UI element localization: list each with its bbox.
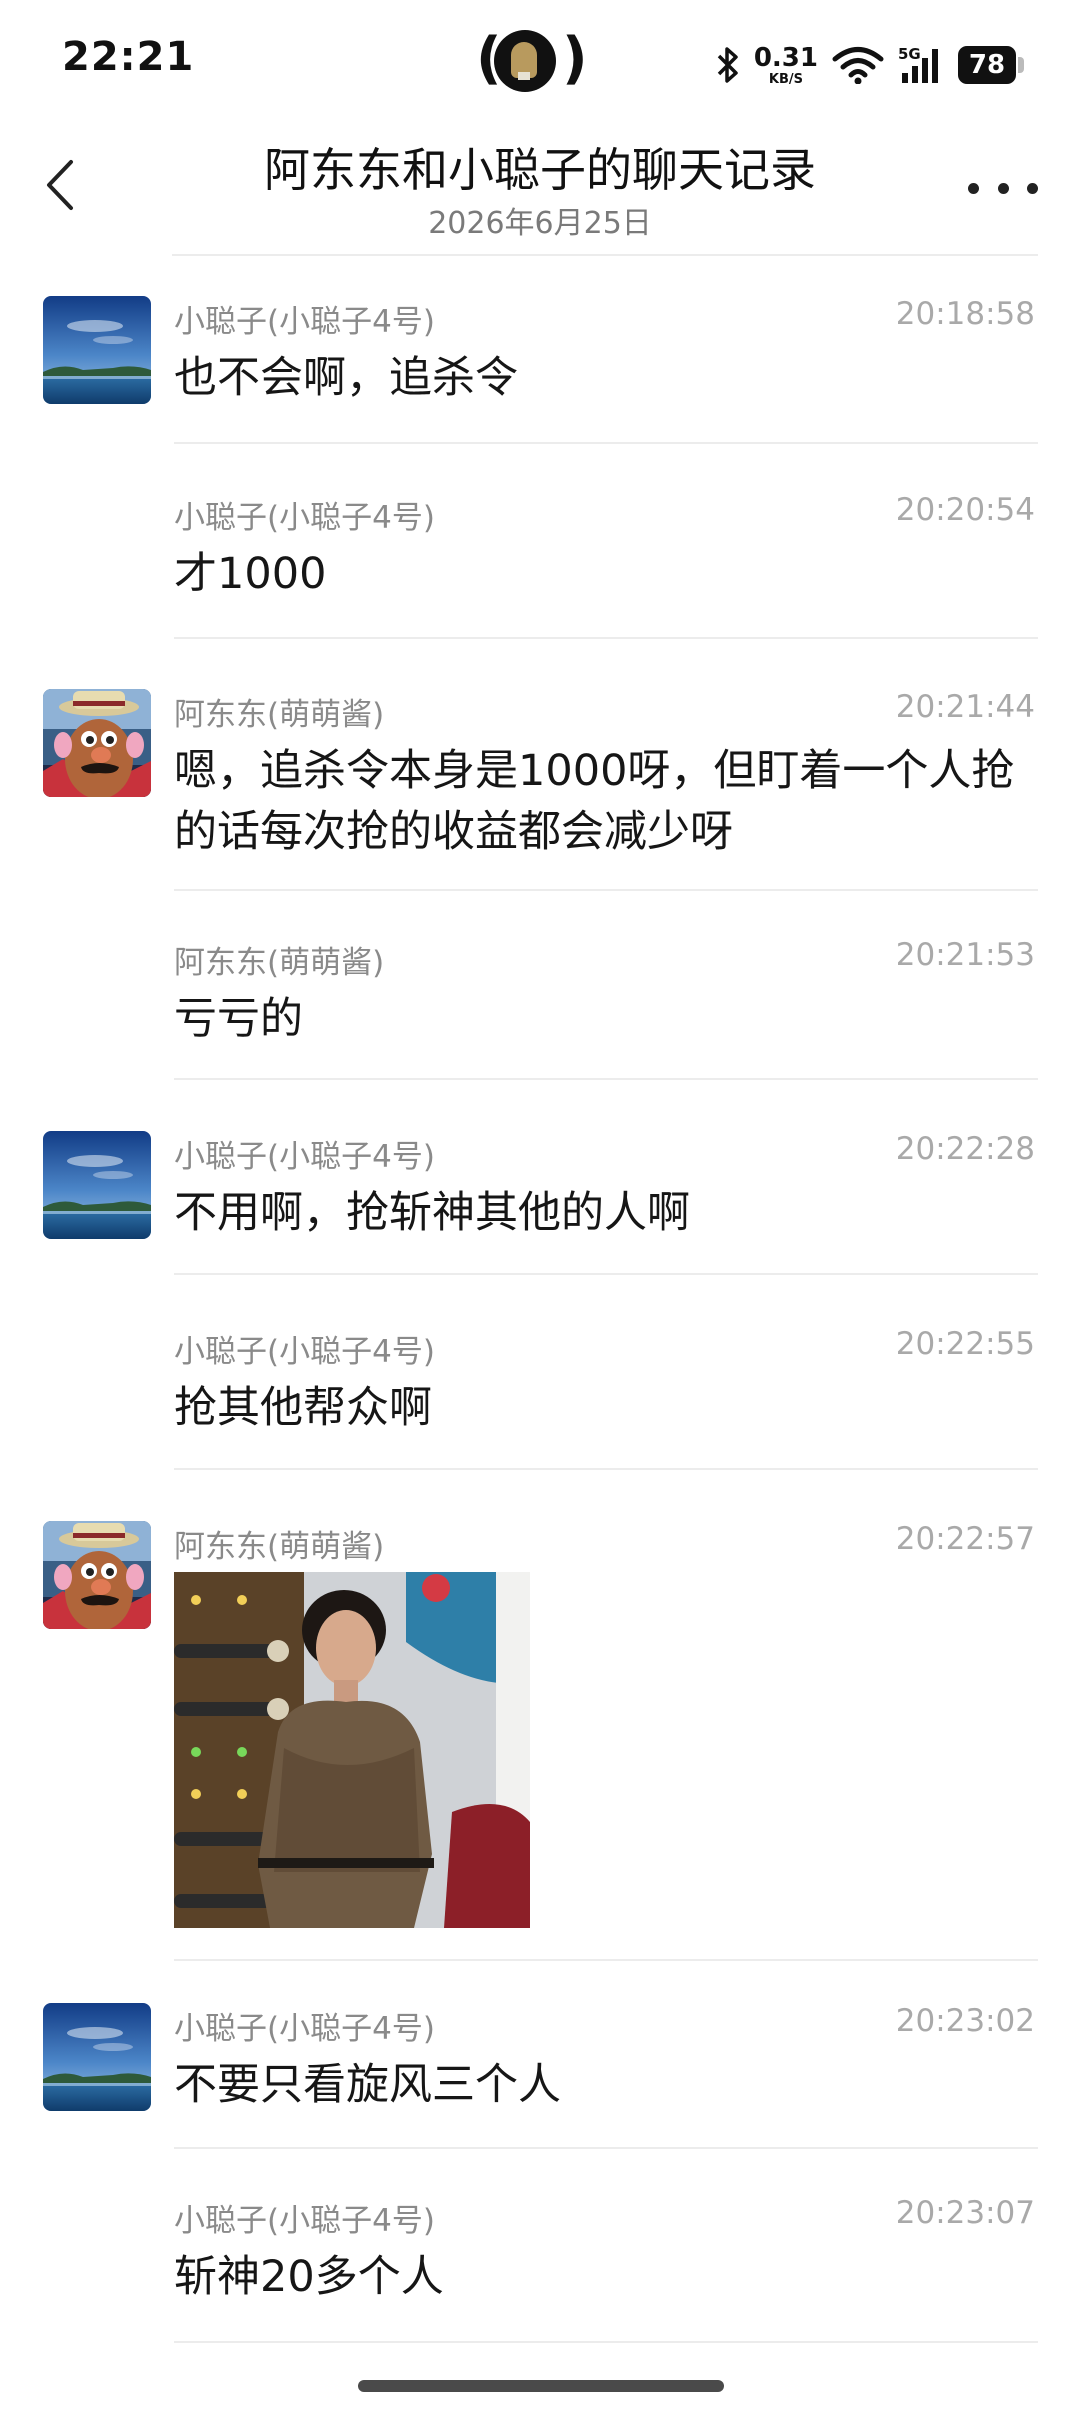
message-time: 20:18:58	[895, 296, 1035, 332]
avatar[interactable]	[43, 296, 151, 404]
message-text: 也不会啊，追杀令	[174, 353, 518, 403]
flashlight-icon[interactable]: ( )	[476, 26, 590, 96]
message-text: 抢其他帮众啊	[174, 1383, 432, 1433]
battery-icon: 78	[958, 46, 1024, 84]
divider	[174, 2147, 1038, 2149]
message-text: 亏亏的	[174, 994, 303, 1044]
image-message[interactable]	[174, 1572, 530, 1928]
message-text: 不要只看旋风三个人	[174, 2060, 561, 2110]
message-time: 20:22:57	[895, 1521, 1035, 1557]
sender-name: 小聪子(小聪子4号)	[174, 1334, 435, 1370]
status-time: 22:21	[62, 34, 195, 80]
sender-name: 小聪子(小聪子4号)	[174, 2203, 435, 2239]
more-horizontal-icon	[968, 182, 979, 194]
message-time: 20:23:02	[895, 2003, 1035, 2039]
message-time: 20:23:07	[895, 2195, 1035, 2231]
avatar[interactable]	[43, 1521, 151, 1629]
divider	[174, 1273, 1038, 1275]
message-text: 斩神20多个人	[174, 2252, 444, 2302]
sender-name: 阿东东(萌萌酱)	[174, 697, 385, 733]
divider	[172, 254, 1038, 256]
status-bar: 22:21 ( ) 0.31 KB/S 5G 78	[0, 0, 1080, 120]
message-text: 嗯，追杀令本身是1000呀，但盯着一个人抢的话每次抢的收益都会减少呀	[174, 746, 1015, 857]
history-date: 2026年6月25日	[428, 206, 652, 241]
avatar[interactable]	[43, 689, 151, 797]
message-time: 20:21:44	[895, 689, 1035, 725]
divider	[174, 2341, 1038, 2343]
message-text: 不用啊，抢斩神其他的人啊	[174, 1188, 690, 1238]
message-time: 20:22:55	[895, 1326, 1035, 1362]
page-title: 阿东东和小聪子的聊天记录	[264, 143, 816, 197]
divider	[174, 1468, 1038, 1470]
net-speed: 0.31 KB/S	[753, 42, 818, 87]
sender-name: 小聪子(小聪子4号)	[174, 1139, 435, 1175]
divider	[174, 1078, 1038, 1080]
avatar[interactable]	[43, 2003, 151, 2111]
message-time: 20:20:54	[895, 492, 1035, 528]
sender-name: 小聪子(小聪子4号)	[174, 2011, 435, 2047]
divider	[174, 1959, 1038, 1961]
bluetooth-icon	[716, 45, 740, 85]
avatar[interactable]	[43, 1131, 151, 1239]
status-icons: 0.31 KB/S 5G 78	[716, 40, 1024, 90]
divider	[174, 889, 1038, 891]
chat-history-header: 阿东东和小聪子的聊天记录 2026年6月25日	[0, 120, 1080, 250]
divider	[174, 442, 1038, 444]
more-button[interactable]	[968, 176, 1038, 200]
message-time: 20:21:53	[895, 937, 1035, 973]
home-indicator[interactable]	[358, 2380, 724, 2392]
sender-name: 小聪子(小聪子4号)	[174, 500, 435, 536]
signal-icon: 5G	[898, 45, 944, 85]
sender-name: 阿东东(萌萌酱)	[174, 945, 385, 981]
sender-name: 阿东东(萌萌酱)	[174, 1529, 385, 1565]
wifi-icon	[832, 46, 884, 84]
message-text: 才1000	[174, 549, 327, 599]
svg-text:5G: 5G	[898, 45, 921, 63]
divider	[174, 637, 1038, 639]
sender-name: 小聪子(小聪子4号)	[174, 304, 435, 340]
message-time: 20:22:28	[895, 1131, 1035, 1167]
